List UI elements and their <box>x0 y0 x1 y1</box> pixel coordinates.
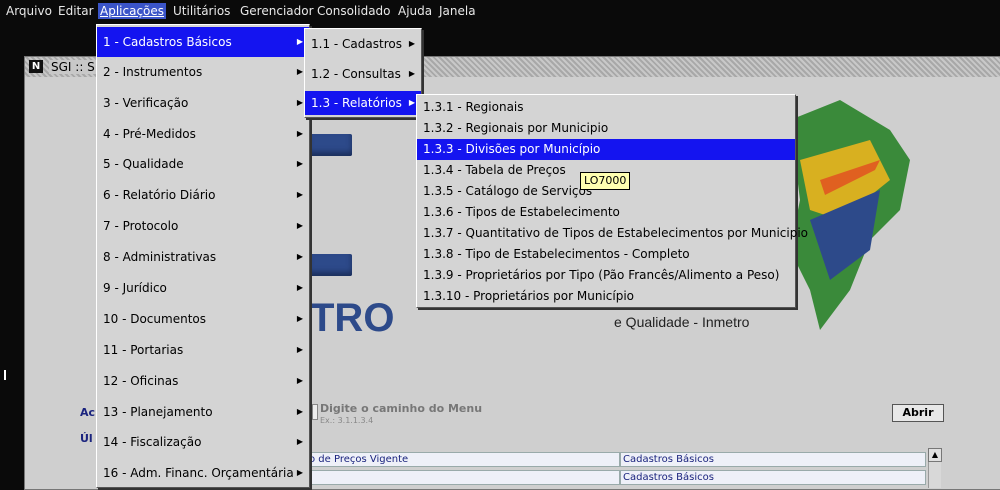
menu-item-label: 4 - Pré-Medidos <box>103 127 196 141</box>
menu-item[interactable]: 9 - Jurídico ▶ <box>97 273 309 303</box>
submenu-arrow-icon: ▶ <box>296 190 303 199</box>
menu-item-label: 5 - Qualidade <box>103 157 184 171</box>
submenu-arrow-icon: ▶ <box>296 437 303 446</box>
menu-item[interactable]: 11 - Portarias ▶ <box>97 335 309 365</box>
submenu-arrow-icon: ▶ <box>296 252 303 261</box>
cadastros-submenu: 1.1 - Cadastros ▶ 1.2 - Consultas ▶ 1.3 - … <box>304 28 422 118</box>
submenu-arrow-icon: ▶ <box>296 283 303 292</box>
submenu-arrow-icon: ▶ <box>408 98 415 107</box>
submenu-arrow-icon: ▶ <box>296 314 303 323</box>
menu-item-label: 8 - Administrativas <box>103 250 217 264</box>
menu-janela[interactable]: Janela <box>437 3 478 19</box>
window-icon: N <box>29 60 43 73</box>
menu-item[interactable]: 1.3.10 - Proprietários por Município <box>417 286 795 307</box>
access-label: Ac <box>80 406 96 419</box>
submenu-arrow-icon: ▶ <box>296 345 303 354</box>
menu-item[interactable]: 1.1 - Cadastros ▶ <box>305 29 421 59</box>
tooltip: LO7000 <box>580 172 631 190</box>
menu-item[interactable]: 12 - Oficinas ▶ <box>97 366 309 396</box>
submenu-arrow-icon: ▶ <box>296 407 303 416</box>
relatorios-submenu: 1.3.1 - Regionais 1.3.2 - Regionais por … <box>416 94 808 308</box>
menu-item[interactable]: 7 - Protocolo ▶ <box>97 211 309 241</box>
submenu-arrow-icon: ▶ <box>408 39 415 48</box>
menu-item-label: 7 - Protocolo <box>103 219 179 233</box>
menu-item[interactable]: 1.3 - Relatórios ▶ <box>305 91 421 115</box>
menu-item[interactable]: 1.3.3 - Divisões por Município <box>417 139 795 160</box>
menu-item[interactable]: 14 - Fiscalização ▶ <box>97 427 309 457</box>
menu-item-label: 16 - Adm. Financ. Orçamentária <box>103 466 294 480</box>
menu-utilitarios[interactable]: Utilitários <box>171 3 232 19</box>
submenu-arrow-icon: ▶ <box>296 159 303 168</box>
last-label: Úl <box>80 432 93 445</box>
menu-bar: Arquivo Editar Aplicações Utilitários Ge… <box>0 0 1000 22</box>
submenu-arrow-icon: ▶ <box>296 129 303 138</box>
submenu-arrow-icon: ▶ <box>296 98 303 107</box>
submenu-arrow-icon: ▶ <box>296 37 303 46</box>
brazil-map-icon <box>790 100 910 330</box>
path-hint: Digite o caminho do Menu <box>320 402 483 415</box>
menu-item[interactable]: 1.3.8 - Tipo de Estabelecimentos - Compl… <box>417 244 795 265</box>
menu-item[interactable]: 5 - Qualidade ▶ <box>97 149 309 179</box>
scrollbar[interactable] <box>928 462 941 488</box>
menu-item[interactable]: 10 - Documentos ▶ <box>97 304 309 334</box>
menu-aplicacoes[interactable]: Aplicações <box>98 3 167 19</box>
menu-item[interactable]: 1.2 - Consultas ▶ <box>305 59 421 89</box>
submenu-arrow-icon: ▶ <box>296 221 303 230</box>
menu-item[interactable]: 1.3.6 - Tipos de Estabelecimento <box>417 202 795 223</box>
submenu-arrow-icon: ▶ <box>296 376 303 385</box>
menu-consolidado[interactable]: Consolidado <box>315 3 393 19</box>
logo-text: TRO <box>310 296 395 340</box>
menu-editar[interactable]: Editar <box>56 3 96 19</box>
table-cell[interactable] <box>306 470 620 485</box>
menu-item-label: 1.2 - Consultas <box>311 67 401 81</box>
menu-ajuda[interactable]: Ajuda <box>396 3 434 19</box>
menu-item[interactable]: 13 - Planejamento ▶ <box>97 397 309 427</box>
scroll-up-icon[interactable]: ▲ <box>928 448 942 462</box>
menu-item[interactable]: 2 - Instrumentos ▶ <box>97 57 309 87</box>
menu-gerenciador[interactable]: Gerenciador <box>238 3 316 19</box>
submenu-arrow-icon: ▶ <box>408 69 415 78</box>
menu-item-label: 1 - Cadastros Básicos <box>103 35 232 49</box>
open-button[interactable]: Abrir <box>892 404 944 422</box>
menu-item-label: 11 - Portarias <box>103 343 184 357</box>
menu-arquivo[interactable]: Arquivo <box>4 3 54 19</box>
menu-item-label: 1.3 - Relatórios <box>311 96 402 110</box>
menu-item[interactable]: 1.3.2 - Regionais por Municipio <box>417 118 795 139</box>
path-example: Ex.: 3.1.1.3.4 <box>320 416 374 425</box>
menu-item-label: 1.1 - Cadastros <box>311 37 402 51</box>
menu-item[interactable]: 3 - Verificação ▶ <box>97 88 309 118</box>
menu-item-label: 10 - Documentos <box>103 312 206 326</box>
menu-item-label: 13 - Planejamento <box>103 405 213 419</box>
submenu-arrow-icon: ▶ <box>296 468 303 477</box>
table-cell[interactable]: Cadastros Básicos <box>620 452 926 467</box>
table-cell[interactable]: Cadastros Básicos <box>620 470 926 485</box>
logo-bar-icon <box>308 134 352 156</box>
menu-item[interactable]: 8 - Administrativas ▶ <box>97 242 309 272</box>
menu-item[interactable]: 1.3.1 - Regionais <box>417 97 795 118</box>
menu-item[interactable]: 16 - Adm. Financ. Orçamentária ▶ <box>97 458 309 488</box>
menu-item[interactable]: 4 - Pré-Medidos ▶ <box>97 119 309 149</box>
menu-item[interactable]: 6 - Relatório Diário ▶ <box>97 180 309 210</box>
menu-item[interactable]: 1.3.7 - Quantitativo de Tipos de Estabel… <box>417 223 808 244</box>
logo-subtitle: e Qualidade - Inmetro <box>614 314 750 330</box>
menu-item-label: 2 - Instrumentos <box>103 65 203 79</box>
menu-item-label: 9 - Jurídico <box>103 281 167 295</box>
window-title: SGI :: S <box>49 60 97 74</box>
logo-bar-icon <box>308 254 352 276</box>
menu-item-label: 14 - Fiscalização <box>103 435 202 449</box>
menu-item[interactable]: 1.3.9 - Proprietários por Tipo (Pão Fran… <box>417 265 795 286</box>
menu-item-label: 12 - Oficinas <box>103 374 179 388</box>
applications-menu: 1 - Cadastros Básicos ▶ 2 - Instrumentos ▶… <box>96 24 310 488</box>
submenu-arrow-icon: ▶ <box>296 67 303 76</box>
menu-item[interactable]: 1 - Cadastros Básicos ▶ <box>97 27 309 57</box>
path-input[interactable] <box>312 404 318 420</box>
menu-item-label: 3 - Verificação <box>103 96 189 110</box>
menu-item-label: 6 - Relatório Diário <box>103 188 216 202</box>
table-cell[interactable]: o de Preços Vigente <box>306 452 620 467</box>
side-mark <box>4 370 6 380</box>
